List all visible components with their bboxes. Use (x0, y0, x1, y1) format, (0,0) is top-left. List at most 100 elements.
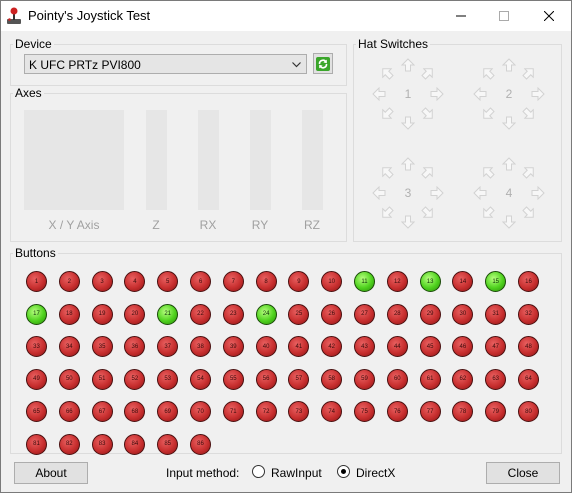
joystick-button-29: 29 (419, 303, 441, 325)
joystick-button-9: 9 (288, 271, 310, 292)
hat-arrow-right-icon (531, 87, 545, 101)
hat-arrow-right-icon (430, 186, 444, 200)
joystick-button-57: 57 (288, 368, 310, 390)
hat-number-4: 4 (505, 186, 513, 200)
joystick-button-22: 22 (190, 303, 211, 325)
joystick-button-67: 67 (91, 401, 113, 422)
hat-arrow-left-icon (473, 87, 487, 101)
joystick-button-13: 13 (419, 271, 441, 292)
directx-radio[interactable] (337, 465, 350, 478)
chevron-down-icon (292, 62, 301, 68)
joystick-button-43: 43 (354, 336, 375, 357)
joystick-button-6: 6 (190, 271, 211, 292)
joystick-button-11: 11 (354, 271, 375, 292)
joystick-button-64: 64 (518, 368, 539, 390)
joystick-button-33: 33 (26, 336, 47, 357)
joystick-button-81: 81 (26, 433, 47, 455)
hat-arrow-down-left-icon (382, 206, 394, 218)
joystick-button-85: 85 (157, 433, 179, 455)
axes-legend: Axes (13, 86, 44, 100)
input-method-label: Input method: (166, 466, 240, 480)
joystick-button-79: 79 (485, 401, 507, 422)
hat-arrow-right-icon (430, 87, 444, 101)
hat-switch-1: 1 (372, 58, 444, 130)
joystick-button-35: 35 (91, 336, 113, 357)
joystick-button-60: 60 (386, 368, 408, 390)
joystick-button-27: 27 (354, 303, 375, 325)
hat-arrow-right-icon (531, 186, 545, 200)
joystick-button-1: 1 (26, 271, 47, 292)
joystick-button-55: 55 (222, 368, 244, 390)
hat-arrow-up-right-icon (421, 68, 433, 80)
hat-switches-legend: Hat Switches (356, 37, 431, 51)
joystick-button-21: 21 (157, 303, 179, 325)
joystick-button-61: 61 (419, 368, 441, 390)
hat-arrow-down-left-icon (483, 107, 495, 119)
directx-label[interactable]: DirectX (356, 466, 395, 480)
z-axis-label: Z (152, 218, 160, 232)
joystick-button-7: 7 (222, 271, 244, 292)
buttons-legend: Buttons (13, 246, 58, 260)
device-group: Device K UFC PRTz PVI800 (10, 37, 347, 86)
device-select[interactable]: K UFC PRTz PVI800 (24, 54, 307, 74)
joystick-button-45: 45 (419, 336, 441, 357)
joystick-button-25: 25 (288, 303, 310, 325)
refresh-icon (316, 56, 330, 71)
axes-group: Axes X / Y Axis Z RX RY RZ (10, 86, 347, 242)
close-button[interactable]: Close (486, 462, 560, 484)
device-select-value: K UFC PRTz PVI800 (29, 58, 141, 72)
joystick-button-34: 34 (58, 336, 80, 357)
joystick-button-80: 80 (518, 401, 539, 422)
joystick-button-71: 71 (222, 401, 244, 422)
minimize-button[interactable] (438, 1, 483, 31)
rx-axis-bar (198, 110, 219, 210)
rawinput-label[interactable]: RawInput (271, 466, 322, 480)
hat-arrow-up-right-icon (421, 167, 433, 179)
joystick-button-32: 32 (518, 303, 539, 325)
joystick-button-18: 18 (58, 303, 80, 325)
refresh-button[interactable] (313, 53, 333, 74)
hat-number-2: 2 (505, 87, 513, 101)
joystick-button-10: 10 (321, 271, 343, 292)
joystick-button-41: 41 (288, 336, 310, 357)
joystick-button-20: 20 (124, 303, 146, 325)
joystick-button-75: 75 (354, 401, 375, 422)
joystick-button-77: 77 (419, 401, 441, 422)
hat-arrow-down-left-icon (382, 107, 394, 119)
joystick-button-5: 5 (157, 271, 179, 292)
joystick-button-73: 73 (288, 401, 310, 422)
joystick-button-83: 83 (91, 433, 113, 455)
about-button[interactable]: About (14, 462, 88, 484)
joystick-button-65: 65 (26, 401, 47, 422)
joystick-button-46: 46 (452, 336, 474, 357)
joystick-button-14: 14 (452, 271, 474, 292)
joystick-button-8: 8 (255, 271, 277, 292)
joystick-button-4: 4 (124, 271, 146, 292)
maximize-button[interactable] (481, 1, 526, 31)
rz-axis-label: RZ (304, 218, 320, 232)
joystick-button-52: 52 (124, 368, 146, 390)
hat-arrow-down-right-icon (522, 107, 534, 119)
hat-arrow-up-icon (502, 58, 516, 72)
joystick-button-38: 38 (190, 336, 211, 357)
maximize-icon (498, 11, 509, 21)
hat-switch-4: 4 (473, 157, 545, 229)
radio-selected-dot (341, 469, 346, 474)
joystick-button-36: 36 (124, 336, 146, 357)
hat-arrow-down-right-icon (421, 107, 433, 119)
hat-arrow-down-right-icon (522, 206, 534, 218)
hat-arrow-down-icon (502, 215, 516, 229)
hat-switch-3: 3 (372, 157, 444, 229)
hat-arrow-down-icon (401, 116, 415, 130)
joystick-button-58: 58 (321, 368, 343, 390)
joystick-button-3: 3 (91, 271, 113, 292)
hat-switches-group: Hat Switches 1 2 3 4 (353, 37, 562, 242)
close-window-button[interactable] (526, 1, 571, 31)
joystick-button-2: 2 (58, 271, 80, 292)
joystick-button-59: 59 (354, 368, 375, 390)
title-bar: Pointy's Joystick Test (1, 1, 571, 31)
rawinput-radio[interactable] (252, 465, 265, 478)
joystick-button-23: 23 (222, 303, 244, 325)
joystick-button-66: 66 (58, 401, 80, 422)
buttons-group: Buttons 1 2 3 4 5 6 7 8 9 10 11 12 13 14 15 16 17 18 19 20 2… (10, 246, 562, 455)
